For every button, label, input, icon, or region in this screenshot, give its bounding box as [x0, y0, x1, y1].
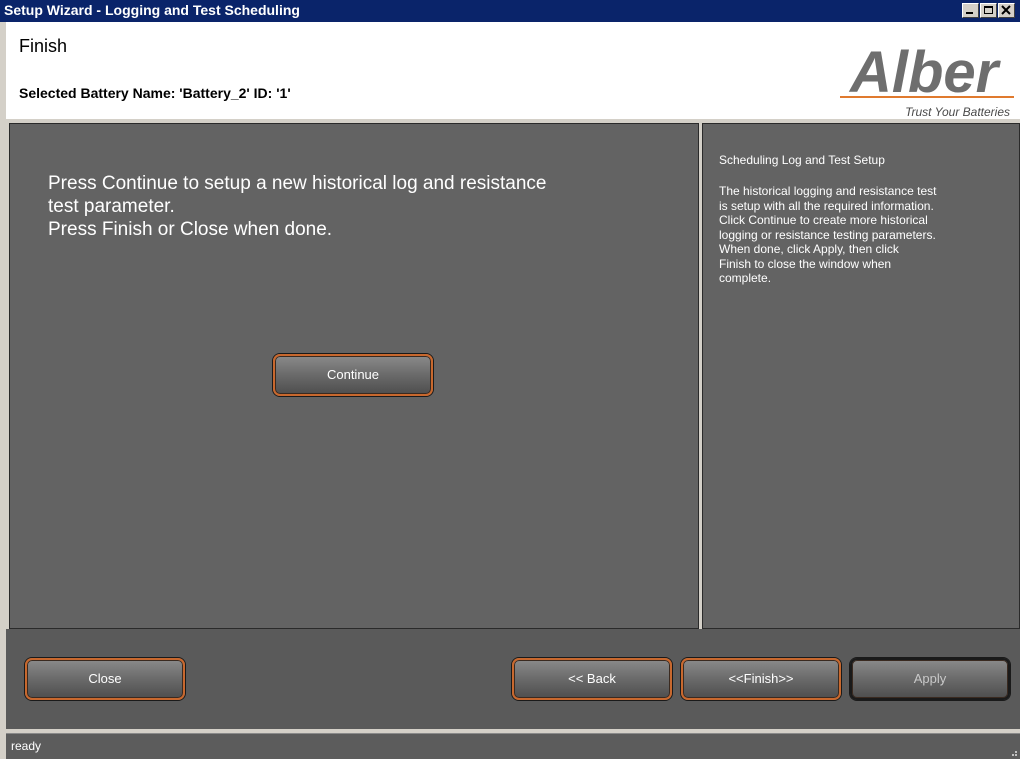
help-line: logging or resistance testing parameters…	[719, 227, 936, 242]
main-panel: Press Continue to setup a new historical…	[9, 123, 699, 629]
logo-tagline: Trust Your Batteries	[905, 105, 1010, 119]
continue-button[interactable]: Continue	[273, 354, 433, 396]
help-text: The historical logging and resistance te…	[719, 184, 991, 286]
help-line: complete.	[719, 271, 772, 285]
resize-grip-icon[interactable]	[1008, 747, 1018, 757]
close-button[interactable]: Close	[25, 658, 185, 700]
status-bar: ready	[6, 733, 1020, 759]
minimize-icon	[966, 12, 973, 14]
apply-button[interactable]: Apply	[850, 658, 1010, 700]
finish-button[interactable]: <<Finish>>	[681, 658, 841, 700]
wizard-header: Finish Selected Battery Name: 'Battery_2…	[6, 22, 1020, 119]
back-button[interactable]: << Back	[512, 658, 672, 700]
logo-text: Alber	[848, 40, 1002, 105]
message-line: test parameter.	[48, 196, 175, 217]
message-line: Press Continue to setup a new historical…	[48, 173, 547, 194]
button-bar: Close << Back <<Finish>> Apply	[6, 629, 1020, 729]
message-line: Press Finish or Close when done.	[48, 219, 333, 240]
help-line: When done, click Apply, then click	[719, 242, 899, 256]
help-title: Scheduling Log and Test Setup	[719, 153, 885, 167]
help-line: is setup with all the required informati…	[719, 198, 934, 213]
help-line: Finish to close the window when	[719, 256, 892, 271]
alber-logo: Alber Trust Your Batteries	[840, 40, 1014, 119]
maximize-icon	[984, 6, 993, 14]
status-text: ready	[11, 739, 42, 753]
help-panel: Scheduling Log and Test Setup The histor…	[702, 123, 1020, 629]
window-title: Setup Wizard - Logging and Test Scheduli…	[4, 2, 300, 18]
help-line: Click Continue to create more historical	[719, 213, 928, 227]
help-line: The historical logging and resistance te…	[719, 184, 937, 198]
battery-info: Selected Battery Name: 'Battery_2' ID: '…	[19, 85, 291, 101]
maximize-button[interactable]	[980, 3, 997, 18]
minimize-button[interactable]	[962, 3, 979, 18]
instruction-message: Press Continue to setup a new historical…	[48, 172, 688, 241]
step-title: Finish	[19, 36, 68, 56]
close-icon	[1001, 5, 1011, 15]
title-bar: Setup Wizard - Logging and Test Scheduli…	[0, 0, 1020, 22]
close-window-button[interactable]	[998, 3, 1015, 18]
